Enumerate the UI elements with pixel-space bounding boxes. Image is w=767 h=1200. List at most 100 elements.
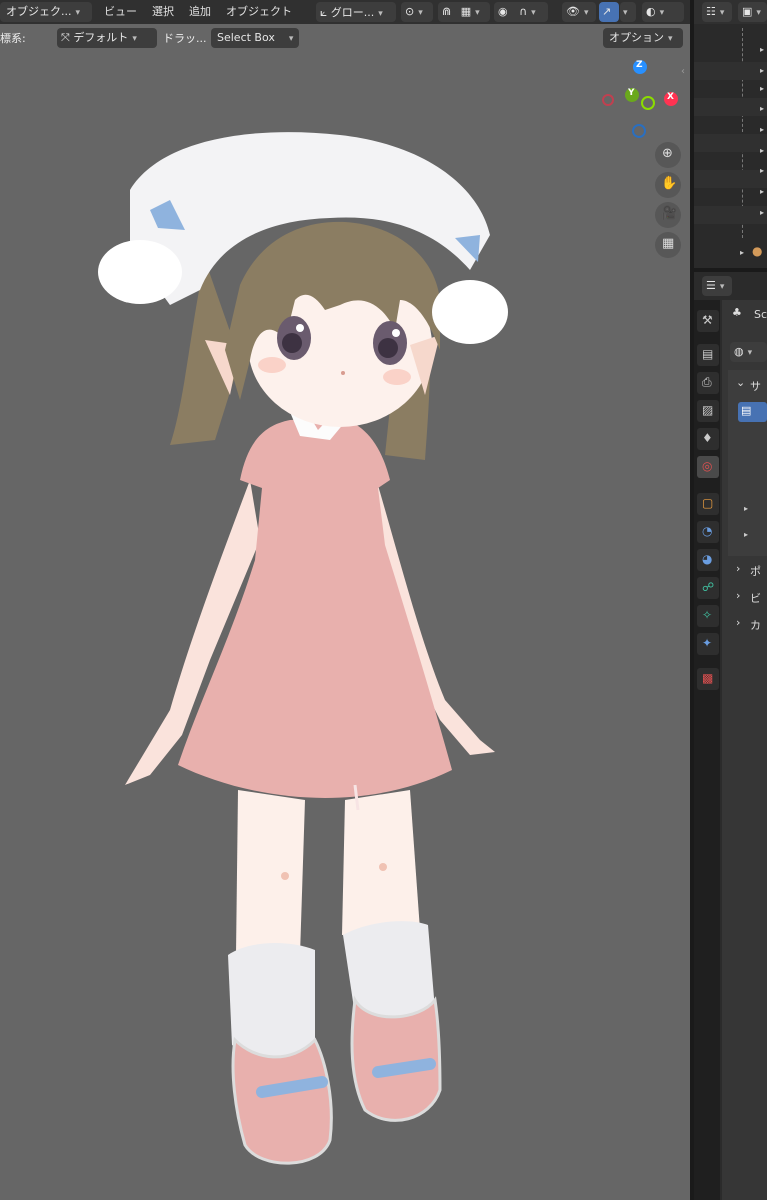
tab-output[interactable]: ⎙	[697, 372, 719, 394]
modifier-icon: ◔	[702, 524, 713, 538]
chevron-down-icon: ▾	[531, 8, 536, 18]
snap-grid-icon: ▦	[460, 5, 472, 18]
list-item[interactable]	[694, 206, 767, 224]
axis-z-label: Z	[636, 60, 643, 70]
chevron-down-icon: ▾	[418, 8, 423, 18]
object-icon: ▢	[702, 496, 714, 510]
tab-tool[interactable]: ⚒	[697, 310, 719, 332]
section-surface-label: サ	[750, 380, 761, 393]
tab-constraints[interactable]: ✧	[697, 605, 719, 627]
axis-x-button[interactable]: X	[664, 92, 678, 106]
chevron-down-icon: ▾	[288, 34, 294, 44]
visibility-dropdown[interactable]: 👁 ▾	[562, 2, 596, 22]
surface-shader-button[interactable]: ▤	[738, 402, 767, 422]
menu-view[interactable]: ビュー	[104, 3, 137, 21]
expand-arrow-icon[interactable]: ▸	[760, 84, 764, 93]
list-item[interactable]	[694, 98, 767, 116]
tab-render[interactable]: ▤	[697, 344, 719, 366]
falloff-icon: ∩	[519, 5, 528, 18]
camera-button[interactable]: 🎥	[655, 202, 681, 228]
eye-icon: 👁	[566, 5, 580, 18]
pan-button[interactable]: ✋	[655, 172, 681, 198]
axis-neg-y-button[interactable]	[641, 96, 655, 110]
chevron-down-icon: ▾	[747, 348, 753, 358]
transform-orientation-icon: ⟀	[320, 5, 328, 19]
expand-arrow-icon[interactable]: ▸	[760, 125, 764, 134]
camera-icon: 🎥	[661, 206, 678, 221]
select-box-dropdown[interactable]: Select Box ▾	[211, 28, 299, 48]
expand-arrow-icon[interactable]: ▸	[740, 248, 744, 257]
section-viewport-label: ビ	[750, 592, 761, 605]
zoom-button[interactable]: ⊕	[655, 142, 681, 168]
axis-neg-x-button[interactable]	[602, 94, 614, 106]
coord-label: 標系:	[0, 32, 26, 45]
chevron-down-icon: ▾	[756, 8, 761, 18]
axis-z-button[interactable]: Z	[633, 60, 647, 74]
expand-arrow-icon[interactable]: ▸	[760, 208, 764, 217]
list-item[interactable]	[694, 134, 767, 152]
select-label: Select Box	[217, 31, 275, 44]
proportional-edit-icon: ◉	[498, 5, 508, 18]
tab-object[interactable]: ▢	[697, 493, 719, 515]
expand-arrow-icon[interactable]: ▸	[744, 504, 748, 513]
chevron-down-icon: ▾	[75, 8, 81, 18]
menu-add[interactable]: 追加	[189, 3, 211, 21]
display-mode-dropdown[interactable]: ▣ ▾	[738, 2, 767, 22]
expand-arrow-icon[interactable]: ▸	[760, 104, 764, 113]
overlay-dropdown[interactable]: ◐ ▾	[642, 2, 684, 22]
menu-select[interactable]: 選択	[152, 3, 174, 21]
monkey-icon: ●	[752, 244, 763, 258]
display-mode-icon: ▣	[742, 5, 753, 18]
chevron-down-icon: ▾	[719, 282, 725, 292]
outliner-header: ☷ ▾ ▣ ▾	[694, 0, 767, 24]
axis-neg-z-button[interactable]	[632, 124, 646, 138]
tab-view-layer[interactable]: ▨	[697, 400, 719, 422]
orientation-dropdown[interactable]: ⟀ グロー... ▾	[316, 2, 396, 22]
properties-content: ♣ Sc ◍ ▾ ⌄ サ ▤ ▸ ▸ › ポ › ビ › カ	[722, 300, 767, 1200]
expand-arrow-icon[interactable]: ▸	[760, 66, 764, 75]
world-dropdown[interactable]: ◍ ▾	[730, 342, 767, 362]
options-dropdown[interactable]: オプション ▾	[603, 28, 683, 48]
expand-arrow-icon[interactable]: ▸	[760, 187, 764, 196]
expand-arrow-icon[interactable]: ▸	[744, 530, 748, 539]
proportional-edit-group[interactable]: ◉ ∩ ▾	[494, 2, 548, 22]
expand-arrow-icon[interactable]: ▸	[760, 166, 764, 175]
hand-icon: ✋	[661, 176, 678, 191]
axis-y-button[interactable]: Y	[625, 88, 639, 102]
outliner-editor-dropdown[interactable]: ☷ ▾	[702, 2, 732, 22]
chevron-right-icon[interactable]: ›	[736, 616, 740, 629]
chevron-right-icon[interactable]: ›	[736, 562, 740, 575]
options-label: オプション	[609, 31, 664, 44]
outliner-icon: ☷	[706, 5, 716, 18]
expand-arrow-icon[interactable]: ▸	[760, 146, 764, 155]
tab-particles[interactable]: ◕	[697, 549, 719, 571]
chevron-down-icon: ▾	[583, 8, 589, 18]
overlay-icon: ◐	[646, 5, 656, 18]
chevron-down-icon: ▾	[378, 9, 383, 19]
pivot-point-dropdown[interactable]: ⊙ ▾	[401, 2, 433, 22]
pivot-icon: ⊙	[405, 5, 415, 18]
tab-scene[interactable]: ♦	[697, 428, 719, 450]
chevron-left-icon[interactable]: ‹	[681, 66, 685, 77]
list-item[interactable]	[694, 170, 767, 188]
projection-button[interactable]: ▦	[655, 232, 681, 258]
tab-modifiers[interactable]: ◔	[697, 521, 719, 543]
chevron-down-icon[interactable]: ⌄	[736, 376, 745, 389]
tab-object-data[interactable]: ✦	[697, 633, 719, 655]
mode-dropdown[interactable]: オブジェク... ▾	[0, 2, 92, 22]
snap-group[interactable]: ⋒ ▦ ▾	[438, 2, 490, 22]
chevron-right-icon[interactable]: ›	[736, 589, 740, 602]
expand-arrow-icon[interactable]: ▸	[760, 45, 764, 54]
pivot-dropdown[interactable]: ⤧ デフォルト ▾	[57, 28, 157, 48]
properties-editor-dropdown[interactable]: ☰ ▾	[702, 276, 732, 296]
mode-label: オブジェク...	[6, 5, 72, 18]
tab-physics[interactable]: ☍	[697, 577, 719, 599]
tab-texture[interactable]: ▩	[697, 668, 719, 690]
gizmo-dropdown[interactable]: ▾	[620, 2, 636, 22]
particles-icon: ◕	[702, 552, 713, 566]
tab-world[interactable]: ◎	[697, 456, 719, 478]
gizmo-toggle[interactable]: ↗	[599, 2, 619, 22]
list-item[interactable]	[694, 62, 767, 80]
menu-object[interactable]: オブジェクト	[226, 3, 292, 21]
3d-viewport[interactable]: Z Y X ⊕ ✋ 🎥 ▦ ‹	[0, 52, 690, 1200]
